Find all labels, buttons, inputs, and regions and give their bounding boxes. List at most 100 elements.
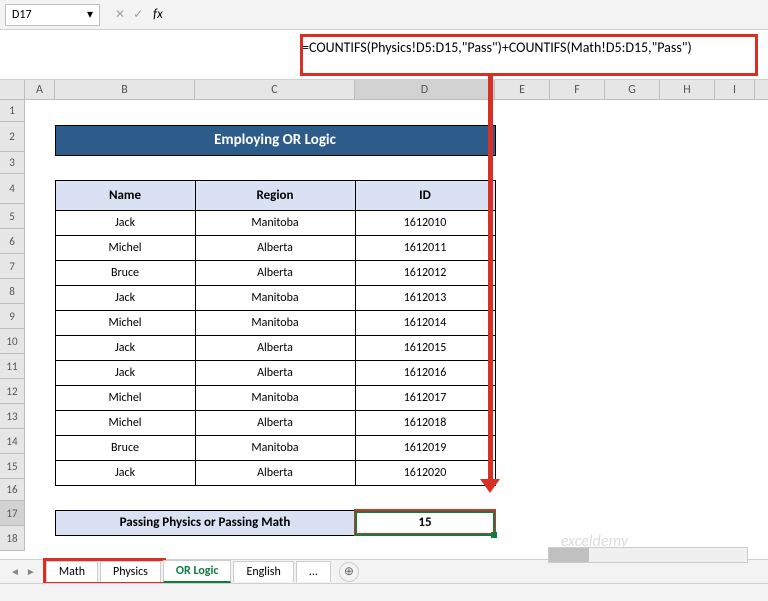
nav-prev-icon[interactable]: ◄ <box>10 565 20 578</box>
col-header-E[interactable]: E <box>495 80 550 99</box>
cell-name[interactable]: Bruce <box>55 260 195 285</box>
col-header-F[interactable]: F <box>550 80 605 99</box>
row-header-7[interactable]: 7 <box>0 254 25 279</box>
col-header-C[interactable]: C <box>195 80 355 99</box>
row-header-6[interactable]: 6 <box>0 229 25 254</box>
row-header-3[interactable]: 3 <box>0 152 25 174</box>
row-header-8[interactable]: 8 <box>0 279 25 304</box>
tab-nav[interactable]: ◄ ► <box>10 565 36 578</box>
table-row: Jack Alberta 1612020 <box>25 460 495 485</box>
row-header-4[interactable]: 4 <box>0 174 25 204</box>
cell-name[interactable]: Michel <box>55 310 195 335</box>
cell-region[interactable]: Alberta <box>195 260 355 285</box>
tab-math[interactable]: Math <box>46 561 98 582</box>
cell-region[interactable]: Manitoba <box>195 435 355 460</box>
cell-id[interactable]: 1612011 <box>355 235 495 260</box>
formula-bar[interactable]: =COUNTIFS(Physics!D5:D15,"Pass")+COUNTIF… <box>0 30 768 80</box>
row-header-13[interactable]: 13 <box>0 404 25 429</box>
cell-id[interactable]: 1612012 <box>355 260 495 285</box>
cell-region[interactable]: Manitoba <box>195 210 355 235</box>
cell-name[interactable]: Michel <box>55 410 195 435</box>
table-row: Michel Manitoba 1612017 <box>25 385 495 410</box>
data-table: Employing OR Logic Name Region ID Jack M… <box>25 100 496 560</box>
row-header-1[interactable]: 1 <box>0 100 25 122</box>
dropdown-icon[interactable]: ▾ <box>87 7 93 22</box>
scrollbar-thumb[interactable] <box>549 548 589 562</box>
cell-id[interactable]: 1612017 <box>355 385 495 410</box>
tab-more[interactable]: ... <box>296 561 331 582</box>
col-header-D[interactable]: D <box>355 80 495 99</box>
cell-id[interactable]: 1612020 <box>355 460 495 485</box>
select-all-corner[interactable] <box>0 80 25 99</box>
row-header-12[interactable]: 12 <box>0 379 25 404</box>
cell-region[interactable]: Alberta <box>195 335 355 360</box>
tab-physics[interactable]: Physics <box>100 561 161 582</box>
cell-id[interactable]: 1612014 <box>355 310 495 335</box>
cell-name[interactable]: Bruce <box>55 435 195 460</box>
tab-or-logic[interactable]: OR Logic <box>163 560 232 583</box>
cell-area[interactable]: Employing OR Logic Name Region ID Jack M… <box>25 100 768 560</box>
header-name[interactable]: Name <box>55 180 195 210</box>
cell-region[interactable]: Manitoba <box>195 385 355 410</box>
col-header-I[interactable]: I <box>715 80 755 99</box>
col-header-B[interactable]: B <box>55 80 195 99</box>
table-row: Bruce Manitoba 1612019 <box>25 435 495 460</box>
cell-name[interactable]: Jack <box>55 460 195 485</box>
row-header-9[interactable]: 9 <box>0 304 25 329</box>
formula-action-icons: ✕ ✓ <box>115 7 143 22</box>
horizontal-scrollbar[interactable] <box>548 547 748 563</box>
row-header-11[interactable]: 11 <box>0 354 25 379</box>
cell-name[interactable]: Jack <box>55 285 195 310</box>
table-row: Michel Manitoba 1612014 <box>25 310 495 335</box>
cell-region[interactable]: Alberta <box>195 360 355 385</box>
cell-region[interactable]: Alberta <box>195 460 355 485</box>
cell-id[interactable]: 1612018 <box>355 410 495 435</box>
summary-label[interactable]: Passing Physics or Passing Math <box>55 510 355 535</box>
name-box-value: D17 <box>12 8 32 22</box>
header-region[interactable]: Region <box>195 180 355 210</box>
row-header-15[interactable]: 15 <box>0 454 25 479</box>
row-header-14[interactable]: 14 <box>0 429 25 454</box>
name-box[interactable]: D17 ▾ <box>5 4 100 26</box>
cell-region[interactable]: Alberta <box>195 410 355 435</box>
col-header-H[interactable]: H <box>660 80 715 99</box>
row-header-2[interactable]: 2 <box>0 122 25 152</box>
row-header-17[interactable]: 17 <box>0 501 25 526</box>
cancel-icon[interactable]: ✕ <box>115 7 125 22</box>
row-headers: 123456789101112131415161718 <box>0 100 25 551</box>
cell-id[interactable]: 1612016 <box>355 360 495 385</box>
table-row: Jack Alberta 1612016 <box>25 360 495 385</box>
nav-next-icon[interactable]: ► <box>26 565 36 578</box>
cell-id[interactable]: 1612010 <box>355 210 495 235</box>
cell-region[interactable]: Manitoba <box>195 310 355 335</box>
cell-name[interactable]: Jack <box>55 210 195 235</box>
summary-value[interactable]: 15 <box>355 510 495 535</box>
row-header-18[interactable]: 18 <box>0 526 25 551</box>
cell-name[interactable]: Jack <box>55 335 195 360</box>
add-sheet-icon[interactable]: ⊕ <box>339 562 359 582</box>
annotation-tabs-box: Math Physics <box>46 561 163 582</box>
header-id[interactable]: ID <box>355 180 495 210</box>
title-cell[interactable]: Employing OR Logic <box>55 125 495 155</box>
table-row: Bruce Alberta 1612012 <box>25 260 495 285</box>
table-row: Jack Manitoba 1612013 <box>25 285 495 310</box>
cell-id[interactable]: 1612015 <box>355 335 495 360</box>
cell-name[interactable]: Michel <box>55 235 195 260</box>
cell-name[interactable]: Jack <box>55 360 195 385</box>
cell-id[interactable]: 1612013 <box>355 285 495 310</box>
confirm-icon[interactable]: ✓ <box>133 7 143 22</box>
column-headers: ABCDEFGHI <box>0 80 768 100</box>
fx-label[interactable]: fx <box>153 7 163 22</box>
name-box-bar: D17 ▾ ✕ ✓ fx <box>0 0 768 30</box>
cell-region[interactable]: Manitoba <box>195 285 355 310</box>
col-header-A[interactable]: A <box>25 80 55 99</box>
row-header-10[interactable]: 10 <box>0 329 25 354</box>
tab-english[interactable]: English <box>233 561 293 582</box>
row-header-5[interactable]: 5 <box>0 204 25 229</box>
row-header-16[interactable]: 16 <box>0 479 25 501</box>
status-bar <box>0 583 768 601</box>
cell-id[interactable]: 1612019 <box>355 435 495 460</box>
cell-region[interactable]: Alberta <box>195 235 355 260</box>
col-header-G[interactable]: G <box>605 80 660 99</box>
cell-name[interactable]: Michel <box>55 385 195 410</box>
